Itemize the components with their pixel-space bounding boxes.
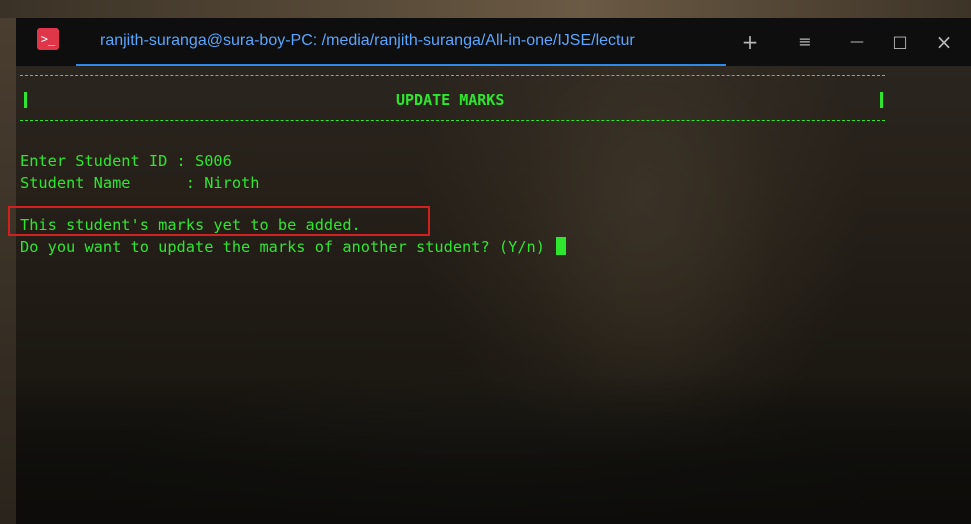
header-top-rule [20, 75, 885, 76]
desktop-wallpaper-edge [0, 18, 16, 524]
header-right-border [880, 92, 883, 108]
screen-title: UPDATE MARKS [396, 91, 505, 109]
update-another-prompt: Do you want to update the marks of anoth… [20, 238, 555, 256]
terminal-app-icon[interactable]: >_ [37, 28, 59, 50]
header-left-border [24, 92, 27, 108]
student-name-line: Student Name : Niroth [20, 173, 259, 193]
terminal-output[interactable]: UPDATE MARKS Enter Student ID : S006 Stu… [16, 66, 971, 524]
minimize-button[interactable]: — [843, 28, 871, 56]
student-id-line: Enter Student ID : S006 [20, 151, 232, 171]
terminal-window: >_ ranjith-suranga@sura-boy-PC: /media/r… [0, 0, 971, 524]
maximize-button[interactable]: □ [886, 28, 914, 56]
desktop-wallpaper-strip [0, 0, 971, 18]
text-cursor [556, 237, 567, 255]
terminal-tab[interactable]: ranjith-suranga@sura-boy-PC: /media/ranj… [76, 18, 726, 66]
student-id-label: Enter Student ID : [20, 152, 195, 170]
new-tab-button[interactable]: + [736, 28, 764, 56]
menu-button[interactable]: ≡ [791, 28, 819, 56]
student-name-value: Niroth [204, 174, 260, 192]
tab-title: ranjith-suranga@sura-boy-PC: /media/ranj… [100, 32, 635, 49]
title-bar[interactable]: >_ ranjith-suranga@sura-boy-PC: /media/r… [16, 18, 971, 66]
student-name-label: Student Name : [20, 174, 205, 192]
close-button[interactable]: × [930, 28, 958, 56]
student-id-value: S006 [194, 152, 232, 170]
annotation-highlight-box [8, 206, 430, 236]
prompt-line[interactable]: Do you want to update the marks of anoth… [20, 237, 567, 257]
header-bottom-rule [20, 120, 885, 121]
